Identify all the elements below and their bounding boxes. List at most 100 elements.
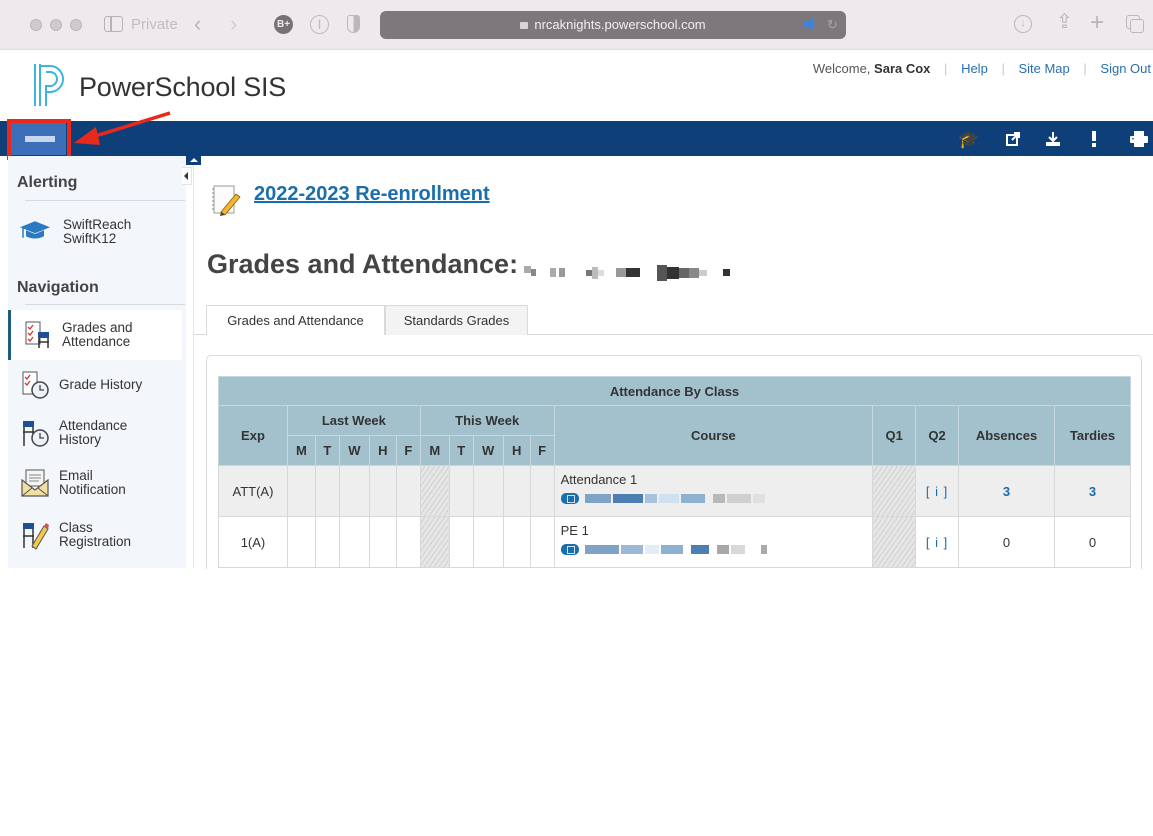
- col-day: F: [529, 435, 555, 466]
- page-title-text: Grades and Attendance:: [207, 249, 519, 279]
- nav-label-line2: Registration: [59, 534, 132, 549]
- tab-standards-grades[interactable]: Standards Grades: [385, 305, 528, 335]
- nav-label-line1: Grades and: [62, 320, 133, 335]
- notepad-pencil-icon: [212, 185, 241, 216]
- help-link[interactable]: Help: [961, 61, 988, 76]
- app-name: PowerSchool SIS: [79, 72, 287, 102]
- minimize-window-button[interactable]: [50, 19, 62, 31]
- powerschool-logo-icon: [34, 64, 64, 106]
- graduation-cap-icon: [20, 221, 50, 239]
- class-registration-icon: [23, 523, 49, 550]
- col-q2: Q2: [915, 405, 960, 466]
- sign-out-link[interactable]: Sign Out: [1100, 61, 1151, 76]
- grades-attendance-icon: [25, 321, 49, 348]
- external-link-icon[interactable]: [1006, 132, 1020, 146]
- nav-label-line1: Class: [59, 520, 93, 535]
- col-last-week: Last Week: [286, 405, 421, 436]
- sidebar-icon[interactable]: [104, 16, 123, 32]
- table-caption: Attendance By Class: [218, 376, 1131, 406]
- course-name: PE 1: [560, 523, 589, 538]
- nav-label-line2: Attendance: [62, 334, 131, 349]
- sidebar-item-email-notification[interactable]: Email Notification: [8, 458, 182, 508]
- col-tardies: Tardies: [1054, 405, 1131, 466]
- browser-toolbar: Private ‹ › B+ | nrcaknights.powerschool…: [0, 0, 1153, 50]
- private-label: Private: [131, 16, 178, 33]
- collapse-sidebar-button[interactable]: [182, 167, 192, 185]
- tardies-link[interactable]: 3: [1089, 484, 1096, 499]
- sidebar-item-attendance-history[interactable]: Attendance History: [8, 408, 182, 458]
- site-map-link[interactable]: Site Map: [1018, 61, 1069, 76]
- tab-grades-and-attendance[interactable]: Grades and Attendance: [206, 305, 385, 335]
- annotation-arrow-icon: [74, 111, 171, 145]
- exp-cell: ATT(A): [218, 465, 288, 517]
- col-this-week: This Week: [419, 405, 555, 436]
- sidebar-item-swiftreach[interactable]: SwiftReach SwiftK12: [8, 212, 182, 252]
- redacted-student-name: [524, 256, 730, 281]
- col-day: M: [419, 435, 450, 466]
- col-day: W: [472, 435, 504, 466]
- nav-label-line1: Email: [59, 468, 93, 483]
- sidebar-item-grades-attendance[interactable]: Grades and Attendance: [8, 310, 182, 360]
- print-icon[interactable]: [1129, 131, 1149, 147]
- redacted-teacher-name[interactable]: [584, 542, 769, 557]
- nav-label-line2: Notification: [59, 482, 126, 497]
- col-q1: Q1: [872, 405, 917, 466]
- col-day: H: [502, 435, 531, 466]
- blank-area: [0, 569, 1153, 836]
- absences-link[interactable]: 3: [1003, 484, 1010, 499]
- course-name: Attendance 1: [560, 472, 638, 487]
- shield-icon[interactable]: [347, 15, 360, 33]
- col-day: T: [314, 435, 340, 466]
- sidebar: Alerting SwiftReach SwiftK12 Navigation …: [8, 156, 186, 568]
- col-exp: Exp: [218, 405, 288, 466]
- nav-label-line2: History: [59, 432, 102, 447]
- maximize-window-button[interactable]: [70, 19, 82, 31]
- collapse-header-button[interactable]: [186, 156, 201, 165]
- page-title: Grades and Attendance:: [207, 249, 730, 281]
- email-teacher-icon[interactable]: [560, 544, 579, 555]
- close-window-button[interactable]: [30, 19, 42, 31]
- welcome-bar: Welcome, Sara Cox | Help | Site Map | Si…: [812, 61, 1151, 76]
- url-text: nrcaknights.powerschool.com: [534, 17, 706, 32]
- absences-value: 0: [958, 516, 1055, 568]
- redacted-teacher-name[interactable]: [584, 491, 767, 506]
- password-extension-icon[interactable]: |: [310, 15, 329, 34]
- reenrollment-link[interactable]: 2022-2023 Re-enrollment: [254, 183, 490, 206]
- forward-icon[interactable]: ›: [230, 13, 237, 35]
- col-day: M: [286, 435, 316, 466]
- alert-icon[interactable]: [1091, 131, 1097, 147]
- col-day: W: [338, 435, 370, 466]
- col-day: T: [448, 435, 474, 466]
- sidebar-item-class-registration[interactable]: Class Registration: [8, 510, 182, 560]
- download-icon[interactable]: [1045, 131, 1061, 147]
- annotation-highlight-box: [7, 119, 71, 160]
- course-cell: Attendance 1: [553, 465, 874, 517]
- lock-icon: [520, 22, 529, 29]
- table-row: ATT(A) Attendance 1 [ i ] 3 3: [218, 465, 1131, 517]
- alerting-heading: Alerting: [17, 174, 78, 191]
- graduation-cap-icon[interactable]: 🎓: [958, 131, 979, 148]
- address-bar[interactable]: nrcaknights.powerschool.com ↻: [380, 11, 846, 39]
- attendance-history-icon: [23, 421, 49, 447]
- bplus-extension-icon[interactable]: B+: [274, 15, 293, 34]
- user-name: Sara Cox: [874, 61, 931, 76]
- email-notification-icon: [21, 469, 49, 497]
- download-icon[interactable]: ↓: [1014, 15, 1032, 33]
- col-course: Course: [553, 405, 874, 466]
- tardies-value: 0: [1054, 516, 1131, 568]
- email-teacher-icon[interactable]: [560, 493, 579, 504]
- share-icon[interactable]: ⇪: [1056, 12, 1073, 32]
- welcome-prefix: Welcome,: [812, 61, 871, 76]
- col-absences: Absences: [958, 405, 1055, 466]
- q2-info-link[interactable]: [ i ]: [926, 484, 948, 499]
- reload-icon[interactable]: ↻: [827, 17, 838, 33]
- back-icon[interactable]: ‹: [194, 13, 201, 35]
- attendance-by-class-table: Attendance By Class Exp Last Week This W…: [218, 376, 1131, 568]
- grade-history-icon: [22, 371, 49, 399]
- q2-info-link[interactable]: [ i ]: [926, 535, 948, 550]
- new-tab-icon[interactable]: +: [1090, 11, 1104, 35]
- sidebar-item-grade-history[interactable]: Grade History: [8, 360, 182, 410]
- nav-label-line1: Attendance: [59, 418, 128, 433]
- table-row: 1(A) PE 1 [ i ] 0 0: [218, 516, 1131, 568]
- swiftreach-label-line2: SwiftK12: [63, 231, 117, 246]
